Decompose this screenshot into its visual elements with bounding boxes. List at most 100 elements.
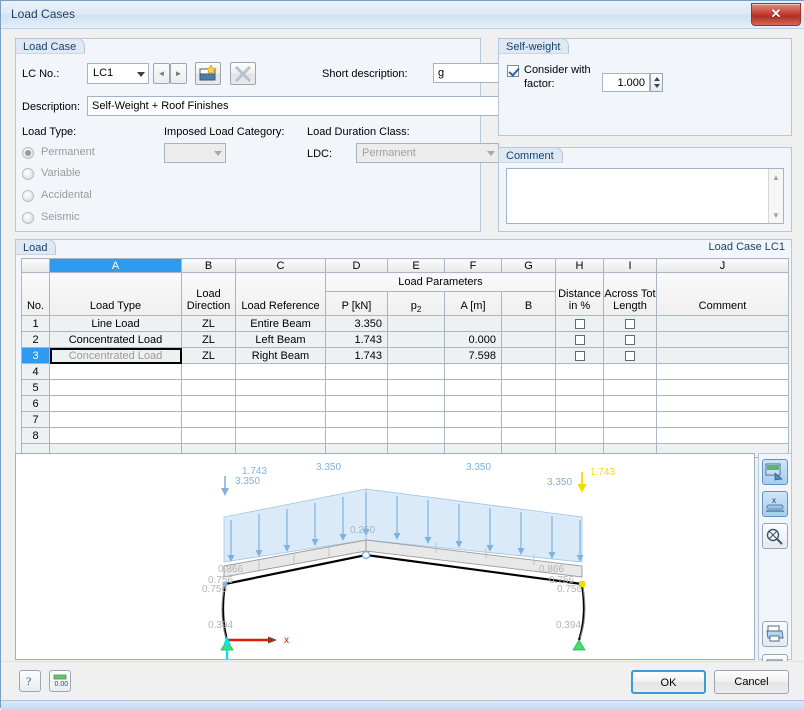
col-letter-h[interactable]: H bbox=[555, 258, 604, 273]
row-header-1[interactable]: 1 bbox=[21, 315, 50, 332]
short-description-input[interactable] bbox=[433, 63, 499, 83]
table-row[interactable]: 1 Line Load ZL Entire Beam 3.350 bbox=[21, 315, 789, 332]
cell-distance[interactable] bbox=[555, 379, 604, 396]
row-header-2[interactable]: 2 bbox=[21, 331, 50, 348]
cell-distance[interactable] bbox=[555, 427, 604, 444]
cell-p[interactable] bbox=[325, 411, 388, 428]
cell-a[interactable]: 7.598 bbox=[444, 347, 502, 364]
cell-load-reference[interactable] bbox=[235, 379, 326, 396]
print-button[interactable] bbox=[762, 621, 788, 647]
col-letter-j[interactable]: J bbox=[656, 258, 789, 273]
cell-load-direction[interactable] bbox=[181, 427, 236, 444]
cell-distance[interactable] bbox=[555, 363, 604, 380]
cell-load-type[interactable] bbox=[49, 379, 182, 396]
cell-b[interactable] bbox=[501, 347, 556, 364]
self-weight-factor-input[interactable] bbox=[602, 73, 650, 92]
cell-load-reference[interactable]: Left Beam bbox=[235, 331, 326, 348]
col-letter-b[interactable]: B bbox=[181, 258, 236, 273]
cell-load-reference[interactable]: Right Beam bbox=[235, 347, 326, 364]
cell-load-direction[interactable] bbox=[181, 379, 236, 396]
checkbox-icon[interactable] bbox=[574, 351, 585, 361]
cell-distance[interactable] bbox=[555, 315, 604, 332]
table-row[interactable]: 2 Concentrated Load ZL Left Beam 1.743 0.000 bbox=[21, 331, 789, 348]
row-header-4[interactable]: 4 bbox=[21, 363, 50, 380]
cell-p2[interactable] bbox=[387, 331, 445, 348]
cell-across[interactable] bbox=[603, 331, 657, 348]
cell-comment[interactable] bbox=[656, 411, 789, 428]
cell-load-reference[interactable] bbox=[235, 427, 326, 444]
section-view-button[interactable]: x bbox=[762, 491, 788, 517]
cell-p2[interactable] bbox=[387, 315, 445, 332]
cell-a[interactable]: 0.000 bbox=[444, 331, 502, 348]
cell-comment[interactable] bbox=[656, 315, 789, 332]
checkbox-icon[interactable] bbox=[625, 319, 635, 329]
cell-p2[interactable] bbox=[387, 427, 445, 444]
cell-a[interactable] bbox=[444, 395, 502, 412]
cell-a[interactable] bbox=[444, 315, 502, 332]
render-view-button[interactable] bbox=[762, 459, 788, 485]
cell-comment[interactable] bbox=[656, 379, 789, 396]
table-row[interactable]: 8 bbox=[21, 427, 789, 444]
cell-a[interactable] bbox=[444, 379, 502, 396]
row-header-5[interactable]: 5 bbox=[21, 379, 50, 396]
previous-load-case-button[interactable]: ◄ bbox=[153, 63, 170, 84]
cell-comment[interactable] bbox=[656, 347, 789, 364]
cell-p[interactable] bbox=[325, 379, 388, 396]
cell-across[interactable] bbox=[603, 363, 657, 380]
cell-load-reference[interactable]: Entire Beam bbox=[235, 315, 326, 332]
checkbox-icon[interactable] bbox=[574, 319, 585, 329]
cell-p2[interactable] bbox=[387, 363, 445, 380]
cell-b[interactable] bbox=[501, 315, 556, 332]
table-row[interactable]: 3 Concentrated Load ZL Right Beam 1.743 7.598 bbox=[21, 347, 789, 364]
cell-p2[interactable] bbox=[387, 347, 445, 364]
cell-load-direction[interactable] bbox=[181, 363, 236, 380]
scroll-down-icon[interactable]: ▼ bbox=[772, 211, 780, 220]
cell-b[interactable] bbox=[501, 331, 556, 348]
cell-across[interactable] bbox=[603, 395, 657, 412]
description-input[interactable] bbox=[87, 96, 499, 116]
cell-load-type[interactable] bbox=[49, 411, 182, 428]
col-letter-f[interactable]: F bbox=[444, 258, 502, 273]
cell-p2[interactable] bbox=[387, 395, 445, 412]
close-button[interactable]: ✕ bbox=[751, 3, 801, 26]
col-letter-corner[interactable] bbox=[21, 258, 50, 273]
cell-p[interactable] bbox=[325, 363, 388, 380]
col-letter-e[interactable]: E bbox=[387, 258, 445, 273]
cell-load-type[interactable]: Concentrated Load bbox=[49, 331, 182, 348]
cell-load-direction[interactable] bbox=[181, 395, 236, 412]
lc-no-combo[interactable]: LC1 bbox=[87, 63, 149, 84]
cell-load-reference[interactable] bbox=[235, 363, 326, 380]
checkbox-icon[interactable] bbox=[625, 335, 635, 345]
col-letter-a[interactable]: A bbox=[49, 258, 182, 273]
imposed-load-category-combo[interactable] bbox=[164, 143, 226, 163]
col-letter-i[interactable]: I bbox=[603, 258, 657, 273]
cell-across[interactable] bbox=[603, 427, 657, 444]
cell-load-type[interactable]: Concentrated Load bbox=[49, 347, 182, 364]
table-row[interactable]: 7 bbox=[21, 411, 789, 428]
comment-textarea[interactable]: ▲ ▼ bbox=[506, 168, 784, 224]
cell-load-direction[interactable]: ZL bbox=[181, 331, 236, 348]
cell-distance[interactable] bbox=[555, 395, 604, 412]
row-header-6[interactable]: 6 bbox=[21, 395, 50, 412]
cell-comment[interactable] bbox=[656, 331, 789, 348]
cell-b[interactable] bbox=[501, 363, 556, 380]
cancel-button[interactable]: Cancel bbox=[714, 670, 789, 694]
table-row[interactable]: 6 bbox=[21, 395, 789, 412]
cell-p2[interactable] bbox=[387, 411, 445, 428]
cell-b[interactable] bbox=[501, 411, 556, 428]
next-load-case-button[interactable]: ► bbox=[170, 63, 187, 84]
cell-a[interactable] bbox=[444, 363, 502, 380]
cell-load-type[interactable]: Line Load bbox=[49, 315, 182, 332]
table-row[interactable]: 5 bbox=[21, 379, 789, 396]
model-viewport[interactable]: x 1.743 3.350 3.350 3.350 3.350 1.743 0.… bbox=[15, 453, 755, 660]
zoom-reset-button[interactable] bbox=[762, 523, 788, 549]
checkbox-icon[interactable] bbox=[574, 335, 585, 345]
cell-distance[interactable] bbox=[555, 331, 604, 348]
cell-comment[interactable] bbox=[656, 363, 789, 380]
cell-a[interactable] bbox=[444, 411, 502, 428]
self-weight-factor-stepper[interactable] bbox=[650, 73, 663, 92]
cell-p[interactable]: 1.743 bbox=[325, 331, 388, 348]
cell-across[interactable] bbox=[603, 347, 657, 364]
load-table[interactable]: A B C D E F G H I J No. Load Type Load D… bbox=[21, 258, 789, 458]
cell-across[interactable] bbox=[603, 411, 657, 428]
